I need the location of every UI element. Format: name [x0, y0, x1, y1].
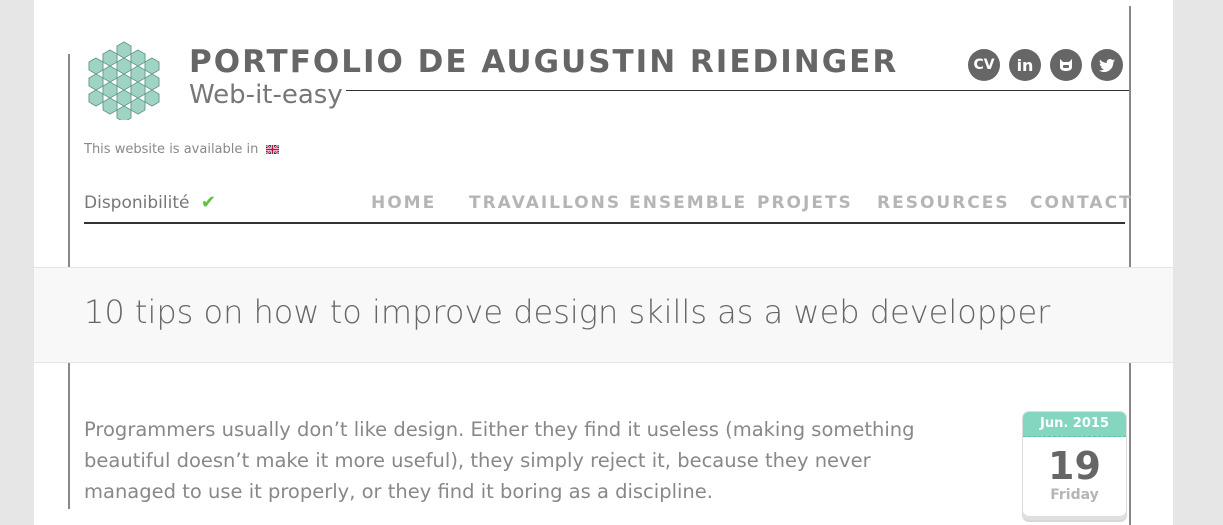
language-availability: This website is available in: [84, 142, 279, 157]
title-divider: [346, 90, 1129, 91]
language-text: This website is available in: [84, 142, 259, 157]
nav-resources[interactable]: RESOURCES: [877, 193, 1010, 213]
post-title: 10 tips on how to improve design skills …: [84, 293, 1051, 331]
github-button[interactable]: [1050, 49, 1082, 81]
date-month-year: Jun. 2015: [1023, 412, 1126, 437]
availability-status: Disponibilité ✔: [84, 192, 216, 213]
nav-contact[interactable]: CONTACT: [1030, 193, 1133, 213]
twitter-icon: [1099, 58, 1115, 72]
post-paragraph: Programmers usually don’t like design. E…: [84, 418, 915, 503]
post-date-calendar: Jun. 2015 19 Friday: [1022, 411, 1127, 517]
date-weekday: Friday: [1050, 487, 1099, 503]
cv-button[interactable]: CV: [968, 49, 1000, 81]
nav-divider: [84, 222, 1125, 224]
linkedin-icon: in: [1016, 55, 1034, 75]
github-icon: [1060, 59, 1072, 71]
page-container: PORTFOLIO DE AUGUSTIN RIEDINGER Web-it-e…: [34, 0, 1173, 525]
nav-projets[interactable]: PROJETS: [757, 193, 853, 213]
twitter-button[interactable]: [1091, 49, 1123, 81]
nav-home[interactable]: HOME: [371, 193, 436, 213]
date-day: 19: [1048, 444, 1101, 488]
linkedin-button[interactable]: in: [1009, 49, 1041, 81]
nav-travaillons-ensemble[interactable]: TRAVAILLONS ENSEMBLE: [469, 193, 747, 213]
hexagon-honeycomb-logo-icon[interactable]: [86, 40, 162, 120]
decorative-right-line: [1129, 6, 1131, 525]
site-subtitle: Web-it-easy: [189, 80, 343, 110]
cv-icon: CV: [973, 57, 995, 73]
uk-flag-icon[interactable]: [265, 145, 279, 154]
availability-label: Disponibilité: [84, 193, 190, 213]
check-icon: ✔: [200, 192, 216, 213]
site-title[interactable]: PORTFOLIO DE AUGUSTIN RIEDINGER: [189, 44, 898, 80]
